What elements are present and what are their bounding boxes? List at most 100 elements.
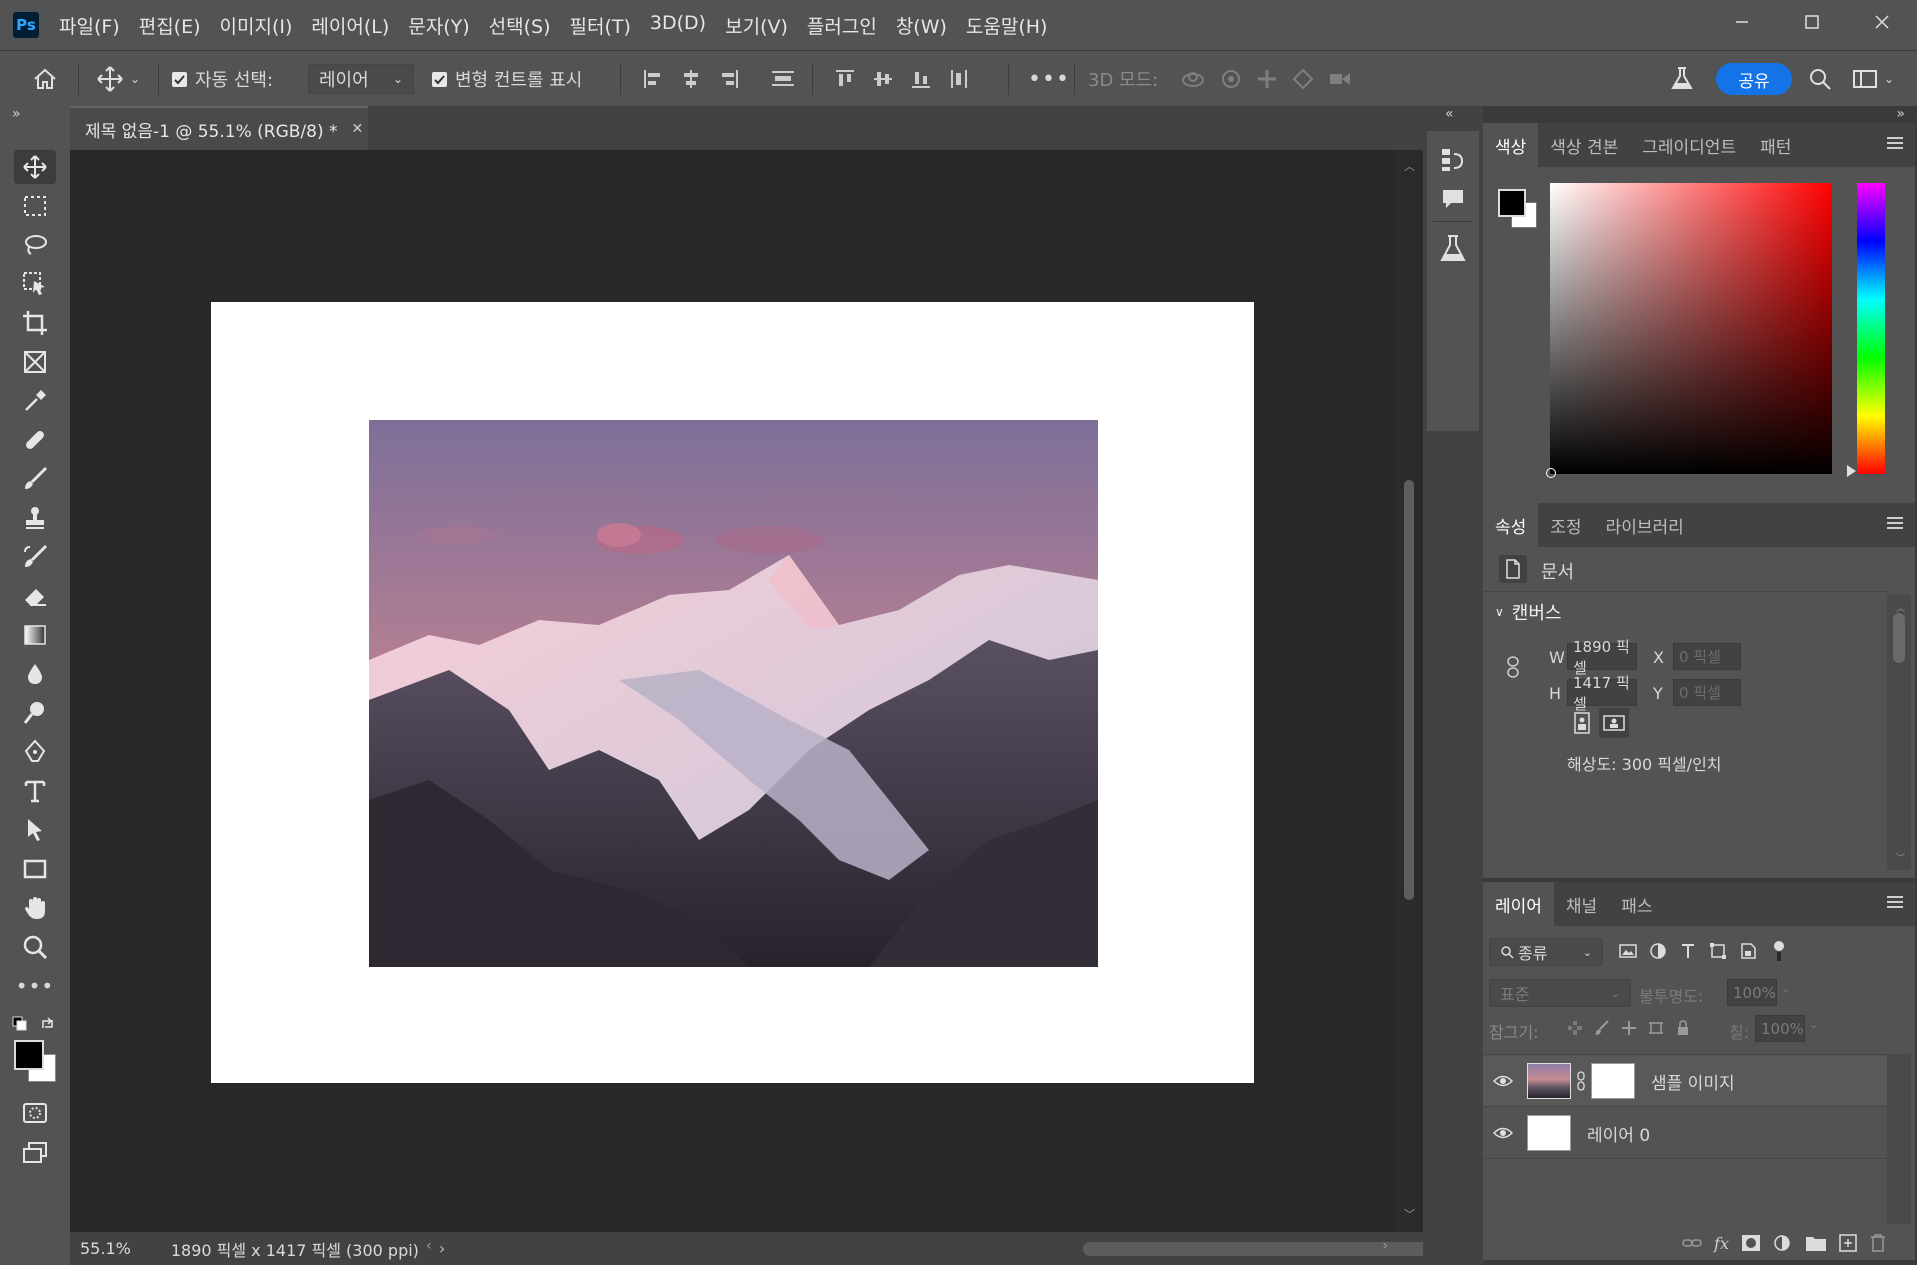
eye-icon[interactable] xyxy=(1493,1074,1513,1088)
pixel-layer-filter-icon[interactable] xyxy=(1619,942,1637,960)
menu-select[interactable]: 선택(S) xyxy=(489,12,551,39)
y-field[interactable]: 0 픽셀 xyxy=(1673,679,1741,706)
hand-tool[interactable] xyxy=(14,891,56,925)
horizontal-scrollbar[interactable]: ‹ › xyxy=(426,1232,1443,1265)
menu-type[interactable]: 문자(Y) xyxy=(408,12,469,39)
layer-row-layer-0[interactable]: 레이어 0 xyxy=(1483,1108,1887,1158)
home-button[interactable] xyxy=(32,51,58,107)
layer-filter-dropdown[interactable]: 종류 ⌄ xyxy=(1489,938,1603,966)
tab-paths[interactable]: 패스 xyxy=(1609,882,1664,926)
foreground-color-chip[interactable] xyxy=(1498,189,1526,217)
workspace-button[interactable]: ⌄ xyxy=(1852,51,1894,107)
tab-adjustments[interactable]: 조정 xyxy=(1538,503,1593,547)
menu-help[interactable]: 도움말(H) xyxy=(966,12,1048,39)
tab-layers[interactable]: 레이어 xyxy=(1483,882,1554,926)
tab-channels[interactable]: 채널 xyxy=(1554,882,1609,926)
new-adjustment-layer-icon[interactable] xyxy=(1773,1233,1793,1253)
x-field[interactable]: 0 픽셀 xyxy=(1673,643,1741,670)
3d-orbit-icon[interactable] xyxy=(1180,68,1206,90)
history-brush-tool[interactable] xyxy=(14,540,56,574)
layers-scrollbar[interactable] xyxy=(1887,1054,1911,1224)
chevron-down-icon[interactable]: ⌄ xyxy=(1781,982,1790,995)
eye-icon[interactable] xyxy=(1493,1126,1513,1140)
3d-pan-icon[interactable] xyxy=(1256,68,1278,90)
filter-toggle-icon[interactable] xyxy=(1769,940,1789,962)
menu-3d[interactable]: 3D(D) xyxy=(650,12,706,39)
panel-menu-icon[interactable] xyxy=(1887,137,1903,152)
collapse-dock-icon[interactable]: « xyxy=(1445,106,1454,122)
menu-file[interactable]: 파일(F) xyxy=(59,12,120,39)
width-field[interactable]: 1890 픽셀 xyxy=(1567,638,1637,677)
vertical-scrollbar[interactable]: ︿ ﹀ xyxy=(1395,150,1423,1232)
object-selection-tool[interactable] xyxy=(14,267,56,301)
add-mask-icon[interactable] xyxy=(1741,1234,1761,1252)
panel-menu-icon[interactable] xyxy=(1887,896,1903,911)
lock-position-icon[interactable] xyxy=(1621,1020,1637,1036)
menu-plugins[interactable]: 플러그인 xyxy=(807,12,877,39)
link-layers-icon[interactable] xyxy=(1682,1236,1702,1250)
pen-tool[interactable] xyxy=(14,735,56,769)
color-saturation-field[interactable] xyxy=(1546,183,1832,478)
blend-mode-dropdown[interactable]: 표준 ⌄ xyxy=(1489,979,1631,1007)
menu-image[interactable]: 이미지(I) xyxy=(220,12,293,39)
align-left-icon[interactable] xyxy=(642,68,664,90)
align-middle-icon[interactable] xyxy=(872,68,894,90)
menu-filter[interactable]: 필터(T) xyxy=(570,12,631,39)
eraser-tool[interactable] xyxy=(14,579,56,613)
labs-button[interactable] xyxy=(1670,51,1694,107)
smart-object-filter-icon[interactable] xyxy=(1739,942,1757,960)
marquee-tool[interactable] xyxy=(14,189,56,223)
swap-colors-icon[interactable] xyxy=(40,1016,56,1032)
collapse-panels-icon[interactable]: » xyxy=(1896,106,1905,122)
landscape-orientation-button[interactable] xyxy=(1599,708,1629,738)
tab-swatches[interactable]: 색상 견본 xyxy=(1538,123,1630,167)
scroll-left-icon[interactable]: ‹ xyxy=(426,1238,432,1254)
document-info[interactable]: 1890 픽셀 x 1417 픽셀 (300 ppi) xyxy=(171,1237,419,1261)
scroll-up-icon[interactable]: ︿ xyxy=(1404,158,1415,174)
comments-panel-button[interactable] xyxy=(1437,183,1469,215)
layer-name[interactable]: 샘플 이미지 xyxy=(1651,1069,1735,1094)
show-transform-controls-checkbox[interactable]: 변형 컨트롤 표시 xyxy=(432,51,582,107)
tab-gradients[interactable]: 그레이디언트 xyxy=(1630,123,1748,167)
screen-mode-button[interactable] xyxy=(14,1136,56,1170)
align-top-icon[interactable] xyxy=(834,68,856,90)
chain-link-icon[interactable] xyxy=(1576,1071,1586,1091)
menu-window[interactable]: 창(W) xyxy=(896,12,947,39)
move-tool-preset[interactable]: ⌄ xyxy=(96,51,140,107)
maximize-button[interactable] xyxy=(1777,0,1847,44)
type-layer-filter-icon[interactable] xyxy=(1679,942,1697,960)
new-group-folder-icon[interactable] xyxy=(1805,1234,1827,1252)
auto-select-target-dropdown[interactable]: 레이어 ⌄ xyxy=(308,64,414,94)
history-panel-button[interactable] xyxy=(1437,143,1469,175)
labs-panel-button[interactable] xyxy=(1437,231,1469,267)
align-center-icon[interactable] xyxy=(680,68,702,90)
lock-all-icon[interactable] xyxy=(1675,1020,1691,1036)
tab-libraries[interactable]: 라이브러리 xyxy=(1594,503,1696,547)
type-tool[interactable] xyxy=(14,774,56,808)
scroll-right-icon[interactable]: › xyxy=(1382,1238,1388,1254)
properties-scroll-thumb[interactable] xyxy=(1893,613,1905,663)
menu-view[interactable]: 보기(V) xyxy=(725,12,788,39)
expand-panel-icon[interactable]: » xyxy=(12,106,21,122)
healing-brush-tool[interactable] xyxy=(14,423,56,457)
horizontal-scroll-thumb[interactable] xyxy=(1083,1242,1443,1256)
edit-toolbar-button[interactable]: ••• xyxy=(14,969,56,1003)
align-right-icon[interactable] xyxy=(718,68,740,90)
new-layer-icon[interactable] xyxy=(1839,1234,1857,1252)
layer-row-sample-image[interactable]: 샘플 이미지 xyxy=(1483,1056,1887,1106)
auto-select-checkbox[interactable]: 자동 선택: xyxy=(172,51,273,107)
menu-edit[interactable]: 편집(E) xyxy=(139,12,201,39)
foreground-color-swatch[interactable] xyxy=(14,1040,44,1070)
lasso-tool[interactable] xyxy=(14,228,56,262)
3d-scale-icon[interactable] xyxy=(1328,68,1352,90)
height-field[interactable]: 1417 픽셀 xyxy=(1567,674,1637,713)
3d-roll-icon[interactable] xyxy=(1220,68,1242,90)
tab-properties[interactable]: 속성 xyxy=(1483,503,1539,547)
link-dimensions-icon[interactable] xyxy=(1505,655,1521,684)
layer-name[interactable]: 레이어 0 xyxy=(1587,1121,1650,1146)
adjustment-layer-filter-icon[interactable] xyxy=(1649,942,1667,960)
shape-layer-filter-icon[interactable] xyxy=(1709,942,1727,960)
minimize-button[interactable] xyxy=(1707,0,1777,44)
quick-mask-button[interactable] xyxy=(14,1096,56,1130)
tab-patterns[interactable]: 패턴 xyxy=(1748,123,1803,167)
